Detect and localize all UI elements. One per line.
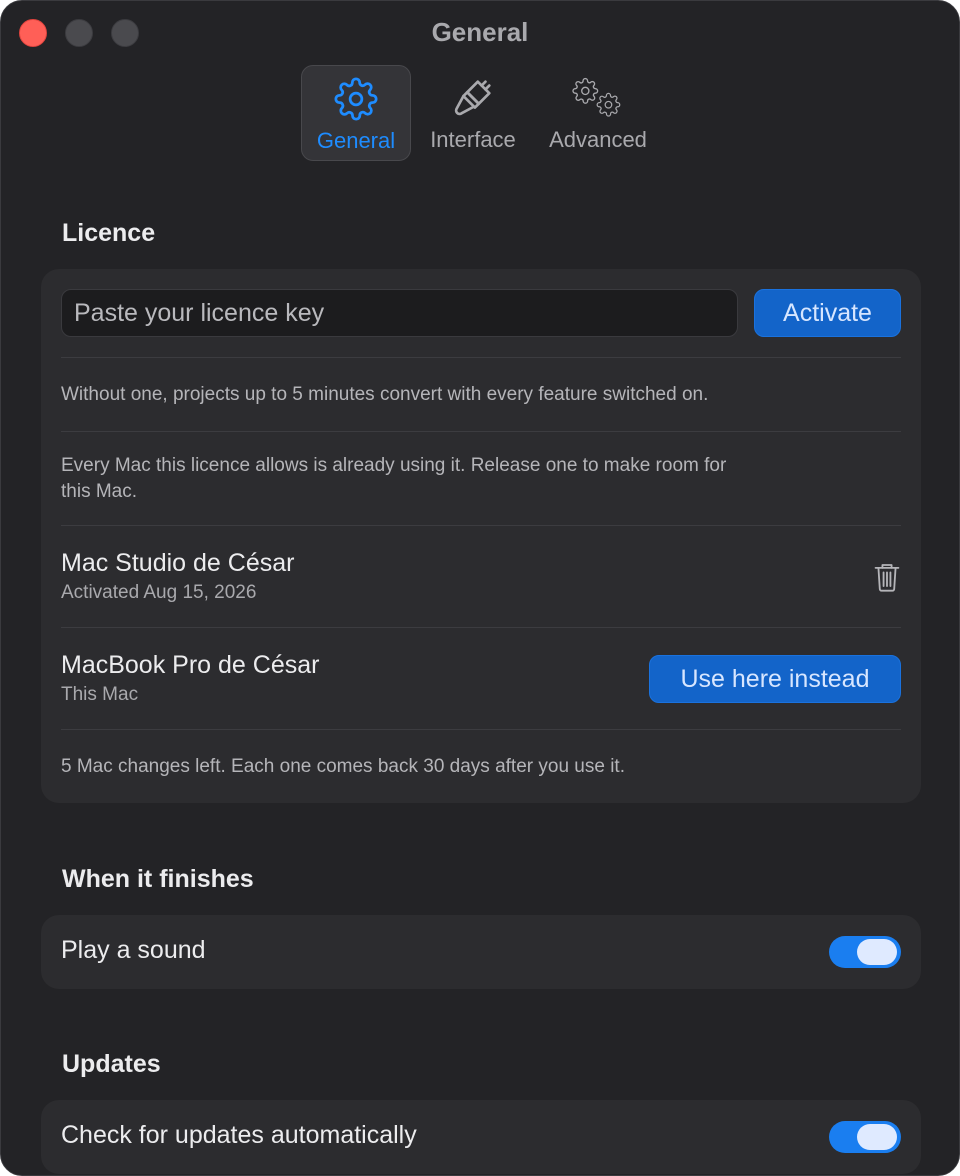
finish-card: Play a sound: [41, 915, 921, 989]
divider: [61, 729, 901, 730]
tab-general[interactable]: General: [301, 65, 411, 161]
trial-note: Without one, projects up to 5 minutes co…: [61, 384, 709, 405]
limit-note-line2: this Mac.: [61, 481, 138, 502]
gear-icon: [334, 76, 378, 122]
licence-card: Activate Without one, projects up to 5 m…: [41, 269, 921, 803]
auto-update-toggle[interactable]: [829, 1121, 901, 1153]
preferences-toolbar: General Interface Advanced: [301, 65, 661, 161]
limit-note-line1: Every Mac this licence allows is already…: [61, 455, 727, 476]
play-sound-toggle[interactable]: [829, 936, 901, 968]
updates-card: Check for updates automatically: [41, 1100, 921, 1174]
gears-icon: [570, 75, 626, 121]
updates-heading: Updates: [62, 1050, 161, 1078]
licence-heading: Licence: [62, 219, 156, 247]
tab-advanced[interactable]: Advanced: [535, 65, 661, 161]
toggle-knob: [857, 939, 897, 965]
paintbrush-icon: [450, 75, 496, 121]
auto-update-label: Check for updates automatically: [61, 1121, 417, 1149]
device-name: MacBook Pro de César: [61, 651, 320, 679]
device-this-mac-label: This Mac: [61, 684, 139, 705]
divider: [61, 357, 901, 358]
device-name: Mac Studio de César: [61, 549, 295, 577]
tab-general-label: General: [316, 128, 396, 153]
use-here-instead-button[interactable]: Use here instead: [649, 655, 901, 703]
window-title: General: [431, 17, 529, 47]
divider: [61, 525, 901, 526]
tab-interface[interactable]: Interface: [411, 65, 535, 161]
mac-changes-note: 5 Mac changes left. Each one comes back …: [61, 756, 625, 777]
licence-key-input[interactable]: [61, 289, 738, 337]
tab-interface-label: Interface: [430, 127, 516, 152]
device-activated-date: Activated Aug 15, 2026: [61, 582, 257, 603]
when-it-finishes-heading: When it finishes: [62, 865, 254, 893]
divider: [61, 627, 901, 628]
tab-advanced-label: Advanced: [549, 127, 647, 152]
activate-button[interactable]: Activate: [754, 289, 901, 337]
preferences-window: General General Interface Advanced Licen…: [0, 0, 960, 1176]
toggle-knob: [857, 1124, 897, 1150]
trash-icon[interactable]: [873, 561, 901, 593]
divider: [61, 431, 901, 432]
play-sound-label: Play a sound: [61, 936, 206, 964]
